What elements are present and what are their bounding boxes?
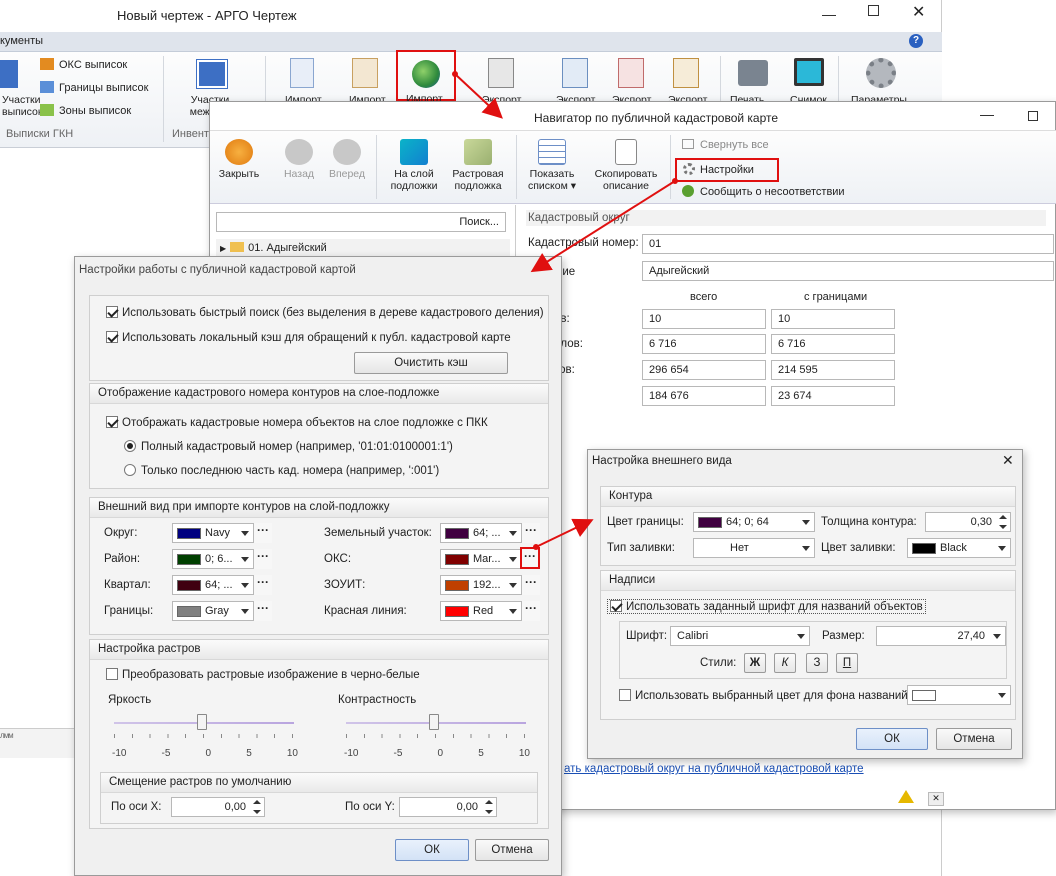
arrow-dot <box>533 544 539 550</box>
arrow-import-to-navigator <box>454 73 503 119</box>
arrow-dot <box>452 71 458 77</box>
arrow-dot <box>672 178 678 184</box>
annotation-arrows <box>452 71 678 550</box>
arrow-oks-to-appearance <box>535 518 594 548</box>
arrow-settings-to-dialog <box>530 180 676 273</box>
